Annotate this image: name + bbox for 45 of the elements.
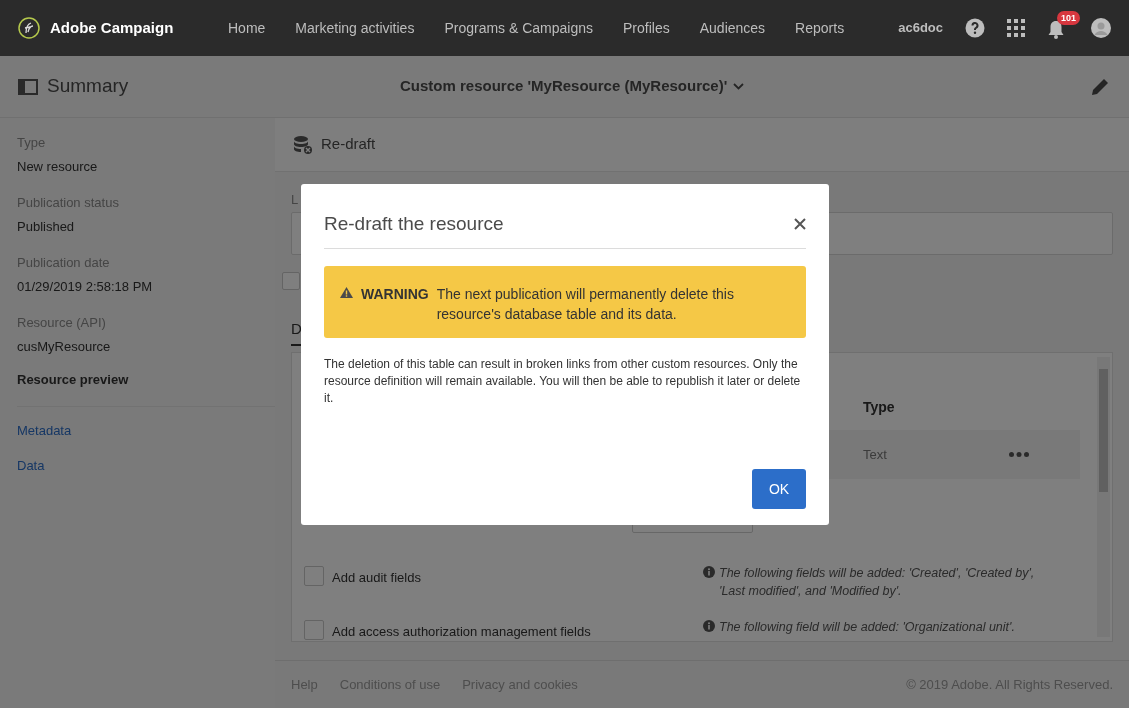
brand-name[interactable]: Adobe Campaign xyxy=(50,16,174,40)
nav-link[interactable]: Marketing activities xyxy=(295,17,415,39)
notification-badge: 101 xyxy=(1057,11,1081,25)
panel-icon[interactable] xyxy=(18,78,38,95)
field-value: 01/29/2019 2:58:18 PM xyxy=(17,278,154,296)
checkbox[interactable] xyxy=(304,619,324,640)
field-value: Published xyxy=(17,218,76,236)
dialog-message: The deletion of this table can result in broken links from other custom resources. Only the resource definition will remain available. You will then be able to republish it later or delete it. xyxy=(324,355,802,407)
table-cell-text: Text xyxy=(863,445,887,464)
info-note: The following field will be added: 'Organizational unit'. xyxy=(719,618,1015,636)
chevron-down-icon xyxy=(733,83,745,90)
nav-link[interactable]: Audiences xyxy=(699,17,766,39)
database-icon xyxy=(293,134,313,155)
column-header: Type xyxy=(863,398,895,418)
logo-icon[interactable] xyxy=(18,17,40,39)
redraft-button[interactable]: Re-draft xyxy=(321,133,376,156)
apps-grid-icon[interactable] xyxy=(1007,19,1025,37)
checkbox[interactable] xyxy=(282,271,300,290)
summary-title: Summary xyxy=(47,74,129,99)
pencil-icon[interactable] xyxy=(1090,76,1110,97)
nav-link[interactable]: Programs & Campaigns xyxy=(444,17,594,39)
field-value: cusMyResource xyxy=(17,338,112,356)
help-icon[interactable] xyxy=(965,18,985,38)
warning-icon xyxy=(340,286,353,298)
user-name[interactable]: ac6doc xyxy=(898,18,943,38)
field-value: New resource xyxy=(17,158,99,176)
nav-link[interactable]: Profiles xyxy=(623,17,670,39)
avatar-icon[interactable] xyxy=(1091,18,1111,38)
info-icon xyxy=(703,565,715,578)
nav-link[interactable]: Reports xyxy=(795,17,845,39)
info-note: The following fields will be added: 'Created', 'Created by', 'Last modified', and 'Modified by'. xyxy=(719,564,1036,600)
dialog-title: Re-draft the resource xyxy=(324,212,504,236)
option-label: Add access authorization management fields xyxy=(332,622,592,641)
bell-icon[interactable] xyxy=(1047,20,1065,39)
info-icon xyxy=(703,619,715,632)
option-label: Add audit fields xyxy=(332,568,422,587)
scrollbar[interactable] xyxy=(1097,357,1110,637)
ok-button[interactable]: OK xyxy=(752,469,806,509)
more-options-icon[interactable] xyxy=(1008,452,1029,458)
checkbox[interactable] xyxy=(304,565,324,586)
warning-text: The next publication will permanently delete this resource's database table and its data. xyxy=(436,284,735,324)
resource-title-dropdown[interactable]: Custom resource 'MyResource (MyResource)' xyxy=(400,75,745,98)
nav-link[interactable]: Home xyxy=(228,17,266,39)
warning-label: WARNING xyxy=(361,284,429,304)
close-icon[interactable] xyxy=(794,218,806,231)
